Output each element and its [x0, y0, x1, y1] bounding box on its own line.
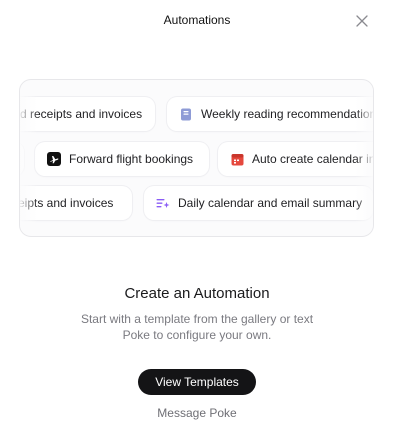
template-chip[interactable]: Auto create calendar invites [218, 142, 373, 176]
page-title: Automations [163, 13, 231, 27]
chip-label: Forward flight bookings [69, 152, 194, 166]
book-icon [179, 107, 193, 121]
gallery-row: ceipts and invoices Daily calendar and e… [19, 186, 373, 220]
template-chip[interactable]: d receipts and invoices [20, 97, 155, 131]
template-chip[interactable]: ceipts and invoices [19, 186, 132, 220]
header: Automations [0, 0, 394, 42]
empty-state-heading: Create an Automation [124, 285, 270, 302]
airplane-icon [47, 152, 61, 166]
chip-label: ceipts and invoices [19, 196, 114, 210]
template-chip[interactable]: Daily calendar and email summary [144, 186, 373, 220]
close-icon [356, 15, 368, 27]
chip-label: Weekly reading recommendations [201, 107, 374, 121]
gallery-row: d receipts and invoices Weekly reading r… [20, 97, 374, 131]
calendar-icon [230, 152, 244, 166]
chip-label: Auto create calendar invites [252, 152, 373, 166]
list-sparkle-icon [156, 196, 170, 210]
gallery-row: Forward flight bookings Auto create cale… [20, 142, 373, 176]
template-gallery[interactable]: d receipts and invoices Weekly reading r… [19, 79, 374, 237]
close-button[interactable] [354, 13, 370, 29]
template-chip[interactable]: Forward flight bookings [35, 142, 209, 176]
view-templates-button[interactable]: View Templates [138, 369, 256, 395]
template-chip[interactable] [20, 142, 24, 176]
empty-state-subtitle: Start with a template from the gallery o… [80, 312, 314, 342]
message-poke-link[interactable]: Message Poke [0, 406, 394, 420]
chip-label: Daily calendar and email summary [178, 196, 363, 210]
chip-label: d receipts and invoices [20, 107, 143, 121]
template-chip[interactable]: Weekly reading recommendations [167, 97, 374, 131]
